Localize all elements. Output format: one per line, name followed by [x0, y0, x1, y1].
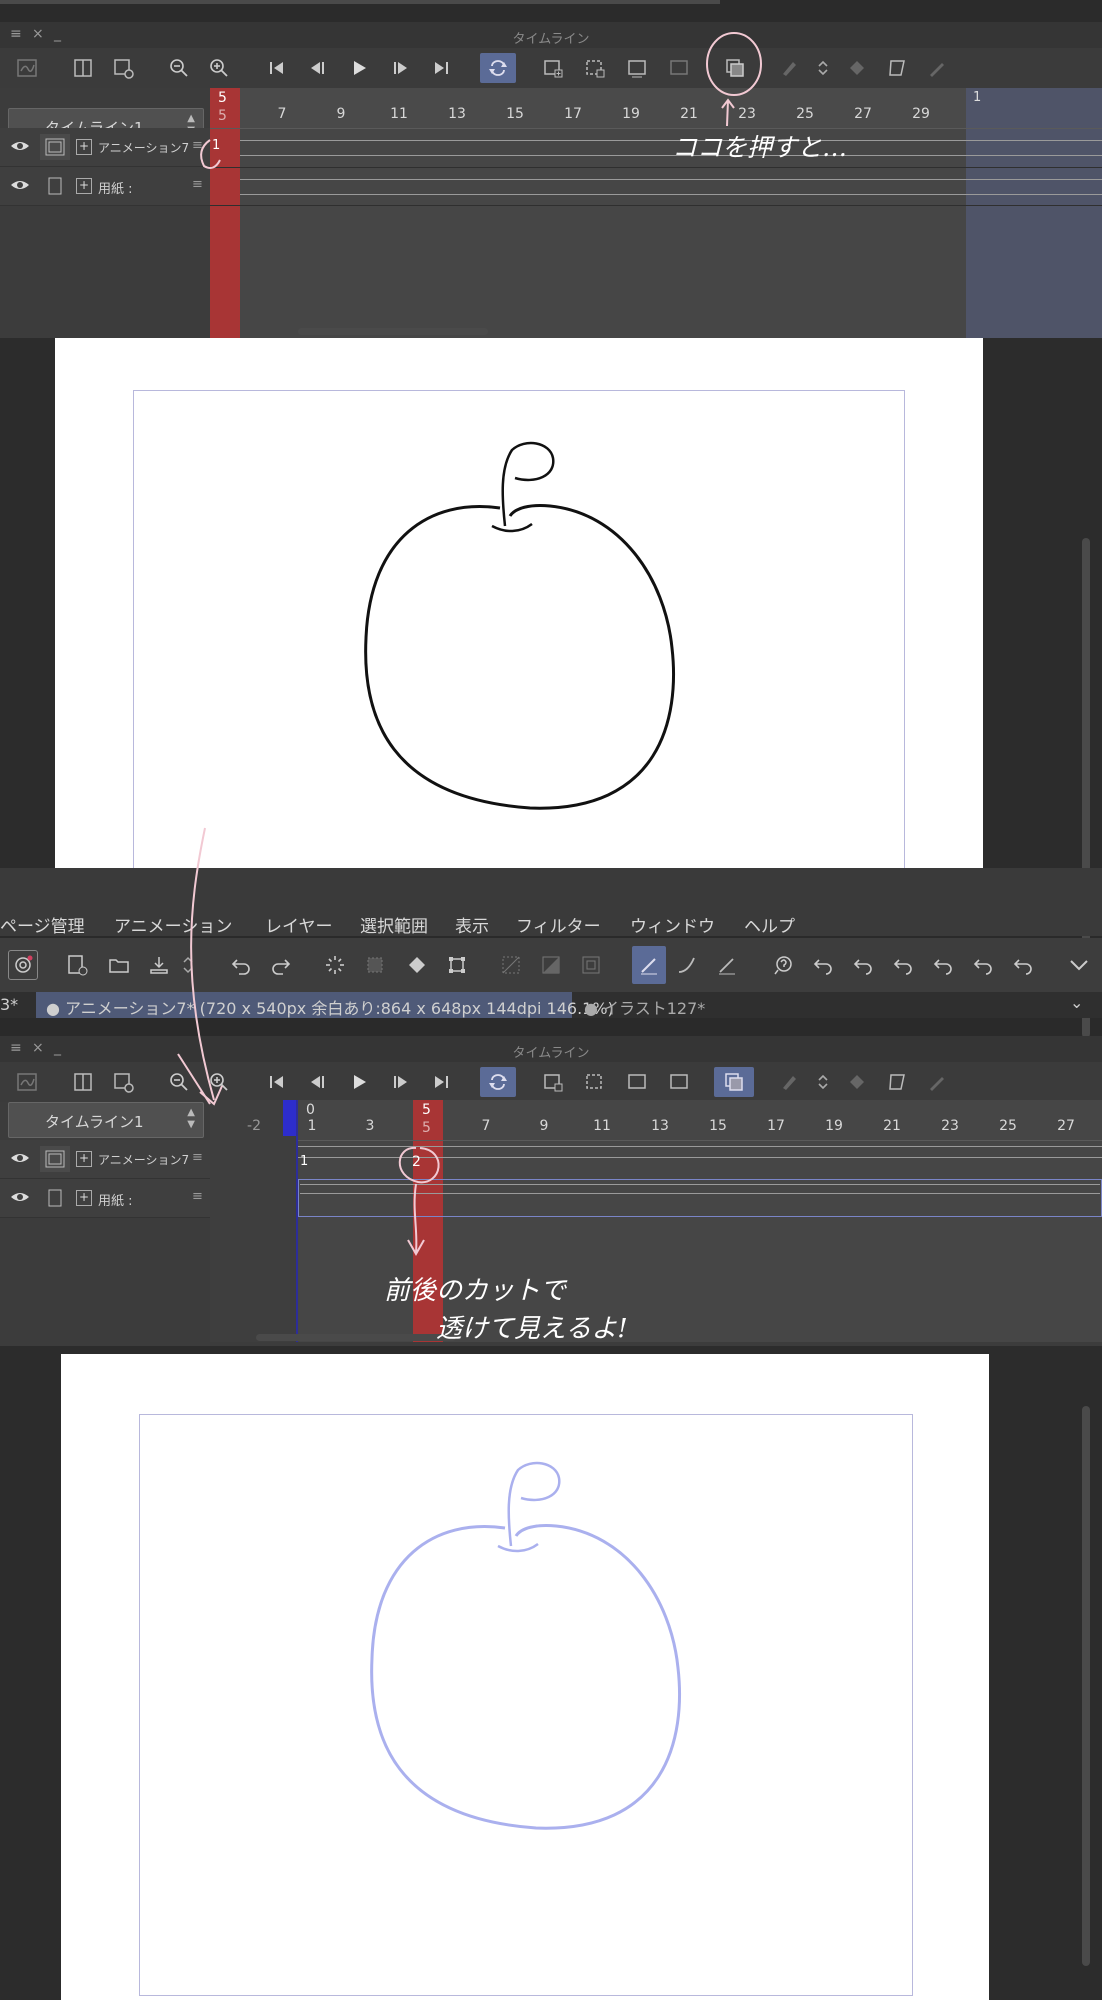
- annotation-down-arrow: [407, 1183, 425, 1257]
- annotation-overlay: [177, 827, 440, 1257]
- annotation-circle-frame5: [398, 1146, 440, 1184]
- annotation-text-line1: 前後のカットで: [384, 1276, 567, 1306]
- annotation-long-arrow: [190, 827, 215, 1101]
- annotation-text-line2: 透けて見えるよ!: [436, 1314, 628, 1344]
